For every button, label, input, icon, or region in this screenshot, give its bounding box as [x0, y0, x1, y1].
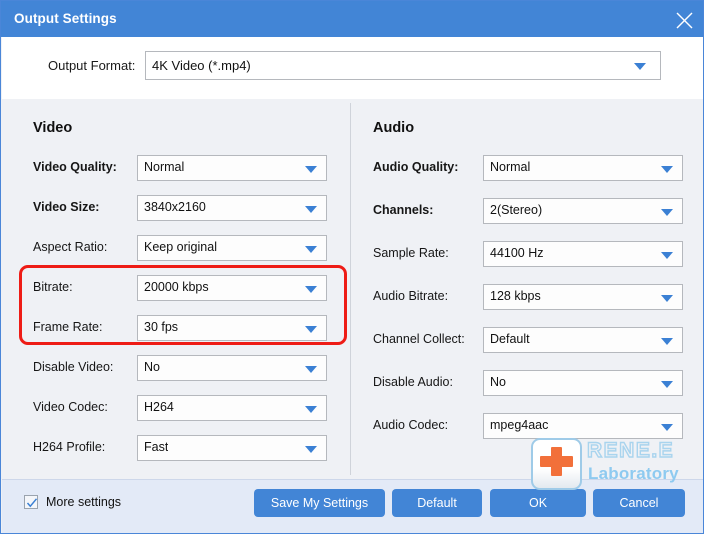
output-format-value: 4K Video (*.mp4)	[152, 58, 251, 73]
video-setting-value: No	[144, 360, 160, 374]
chevron-down-icon	[661, 166, 673, 173]
chevron-down-icon	[305, 286, 317, 293]
audio-setting-row: Audio Codec: mpeg4aac	[373, 413, 683, 439]
video-setting-value: 30 fps	[144, 320, 179, 334]
audio-setting-label: Audio Codec:	[373, 418, 449, 432]
chevron-down-icon	[305, 206, 317, 213]
video-setting-select[interactable]: 3840x2160	[137, 195, 327, 221]
chevron-down-icon	[661, 209, 673, 216]
video-setting-row: Video Quality: Normal	[33, 155, 327, 181]
video-setting-value: 3840x2160	[144, 200, 206, 214]
video-setting-select[interactable]: 30 fps	[137, 315, 327, 341]
audio-setting-select[interactable]: No	[483, 370, 683, 396]
video-setting-label: H264 Profile:	[33, 440, 106, 454]
audio-setting-value: 2(Stereo)	[490, 203, 543, 217]
output-format-section: Output Format: 4K Video (*.mp4)	[2, 37, 703, 99]
footer-divider	[2, 479, 703, 480]
audio-setting-row: Channel Collect: Default	[373, 327, 683, 353]
chevron-down-icon	[661, 295, 673, 302]
output-format-label: Output Format:	[48, 58, 136, 73]
chevron-down-icon	[634, 63, 646, 70]
column-divider	[350, 103, 351, 475]
chevron-down-icon	[305, 326, 317, 333]
audio-setting-select[interactable]: Normal	[483, 155, 683, 181]
audio-setting-label: Audio Quality:	[373, 160, 459, 174]
audio-setting-label: Channel Collect:	[373, 332, 465, 346]
video-setting-label: Disable Video:	[33, 360, 114, 374]
audio-setting-select[interactable]: 44100 Hz	[483, 241, 683, 267]
more-settings-checkbox[interactable]: More settings	[24, 495, 121, 509]
audio-setting-row: Disable Audio: No	[373, 370, 683, 396]
video-setting-label: Frame Rate:	[33, 320, 103, 334]
chevron-down-icon	[305, 406, 317, 413]
video-setting-row: Video Codec: H264	[33, 395, 327, 421]
audio-setting-label: Disable Audio:	[373, 375, 453, 389]
video-setting-label: Video Codec:	[33, 400, 108, 414]
chevron-down-icon	[661, 338, 673, 345]
video-setting-label: Bitrate:	[33, 280, 73, 294]
audio-setting-value: mpeg4aac	[490, 418, 549, 432]
audio-setting-label: Audio Bitrate:	[373, 289, 449, 303]
save-my-settings-button[interactable]: Save My Settings	[254, 489, 385, 517]
video-setting-value: H264	[144, 400, 174, 414]
audio-setting-value: Normal	[490, 160, 531, 174]
checkbox-box	[24, 495, 38, 509]
chevron-down-icon	[305, 166, 317, 173]
more-settings-label: More settings	[46, 495, 122, 509]
cancel-button[interactable]: Cancel	[593, 489, 685, 517]
chevron-down-icon	[661, 252, 673, 259]
audio-setting-row: Audio Quality: Normal	[373, 155, 683, 181]
audio-setting-select[interactable]: mpeg4aac	[483, 413, 683, 439]
audio-setting-label: Sample Rate:	[373, 246, 449, 260]
chevron-down-icon	[661, 424, 673, 431]
video-setting-select[interactable]: 20000 kbps	[137, 275, 327, 301]
chevron-down-icon	[305, 446, 317, 453]
video-setting-label: Video Size:	[33, 200, 100, 214]
video-setting-value: Fast	[144, 440, 169, 454]
video-setting-select[interactable]: No	[137, 355, 327, 381]
video-setting-select[interactable]: Normal	[137, 155, 327, 181]
chevron-down-icon	[305, 246, 317, 253]
audio-section-title: Audio	[373, 120, 415, 136]
chevron-down-icon	[305, 366, 317, 373]
video-setting-select[interactable]: Keep original	[137, 235, 327, 261]
audio-setting-label: Channels:	[373, 203, 434, 217]
video-section-title: Video	[33, 120, 73, 136]
video-setting-row: Frame Rate: 30 fps	[33, 315, 327, 341]
audio-setting-select[interactable]: Default	[483, 327, 683, 353]
close-icon[interactable]	[669, 5, 699, 33]
video-setting-label: Aspect Ratio:	[33, 240, 108, 254]
audio-setting-select[interactable]: 2(Stereo)	[483, 198, 683, 224]
audio-setting-row: Sample Rate: 44100 Hz	[373, 241, 683, 267]
audio-setting-value: 128 kbps	[490, 289, 541, 303]
output-format-select[interactable]: 4K Video (*.mp4)	[145, 51, 661, 80]
video-setting-label: Video Quality:	[33, 160, 117, 174]
video-setting-row: Video Size: 3840x2160	[33, 195, 327, 221]
video-setting-row: H264 Profile: Fast	[33, 435, 327, 461]
settings-body: Video Audio Video Quality: Normal Video Si…	[2, 99, 703, 479]
video-setting-select[interactable]: H264	[137, 395, 327, 421]
video-setting-row: Aspect Ratio: Keep original	[33, 235, 327, 261]
audio-setting-value: No	[490, 375, 506, 389]
video-setting-value: Keep original	[144, 240, 217, 254]
audio-setting-value: 44100 Hz	[490, 246, 544, 260]
video-setting-row: Bitrate: 20000 kbps	[33, 275, 327, 301]
video-setting-value: 20000 kbps	[144, 280, 209, 294]
output-settings-dialog: Output Settings Output Format: 4K Video …	[0, 0, 704, 534]
video-setting-select[interactable]: Fast	[137, 435, 327, 461]
audio-setting-select[interactable]: 128 kbps	[483, 284, 683, 310]
title-bar: Output Settings	[1, 1, 703, 37]
audio-setting-value: Default	[490, 332, 530, 346]
video-setting-row: Disable Video: No	[33, 355, 327, 381]
audio-setting-row: Channels: 2(Stereo)	[373, 198, 683, 224]
video-setting-value: Normal	[144, 160, 185, 174]
chevron-down-icon	[661, 381, 673, 388]
default-button[interactable]: Default	[392, 489, 482, 517]
window-title: Output Settings	[14, 11, 117, 26]
audio-setting-row: Audio Bitrate: 128 kbps	[373, 284, 683, 310]
ok-button[interactable]: OK	[490, 489, 586, 517]
check-icon	[26, 498, 38, 508]
